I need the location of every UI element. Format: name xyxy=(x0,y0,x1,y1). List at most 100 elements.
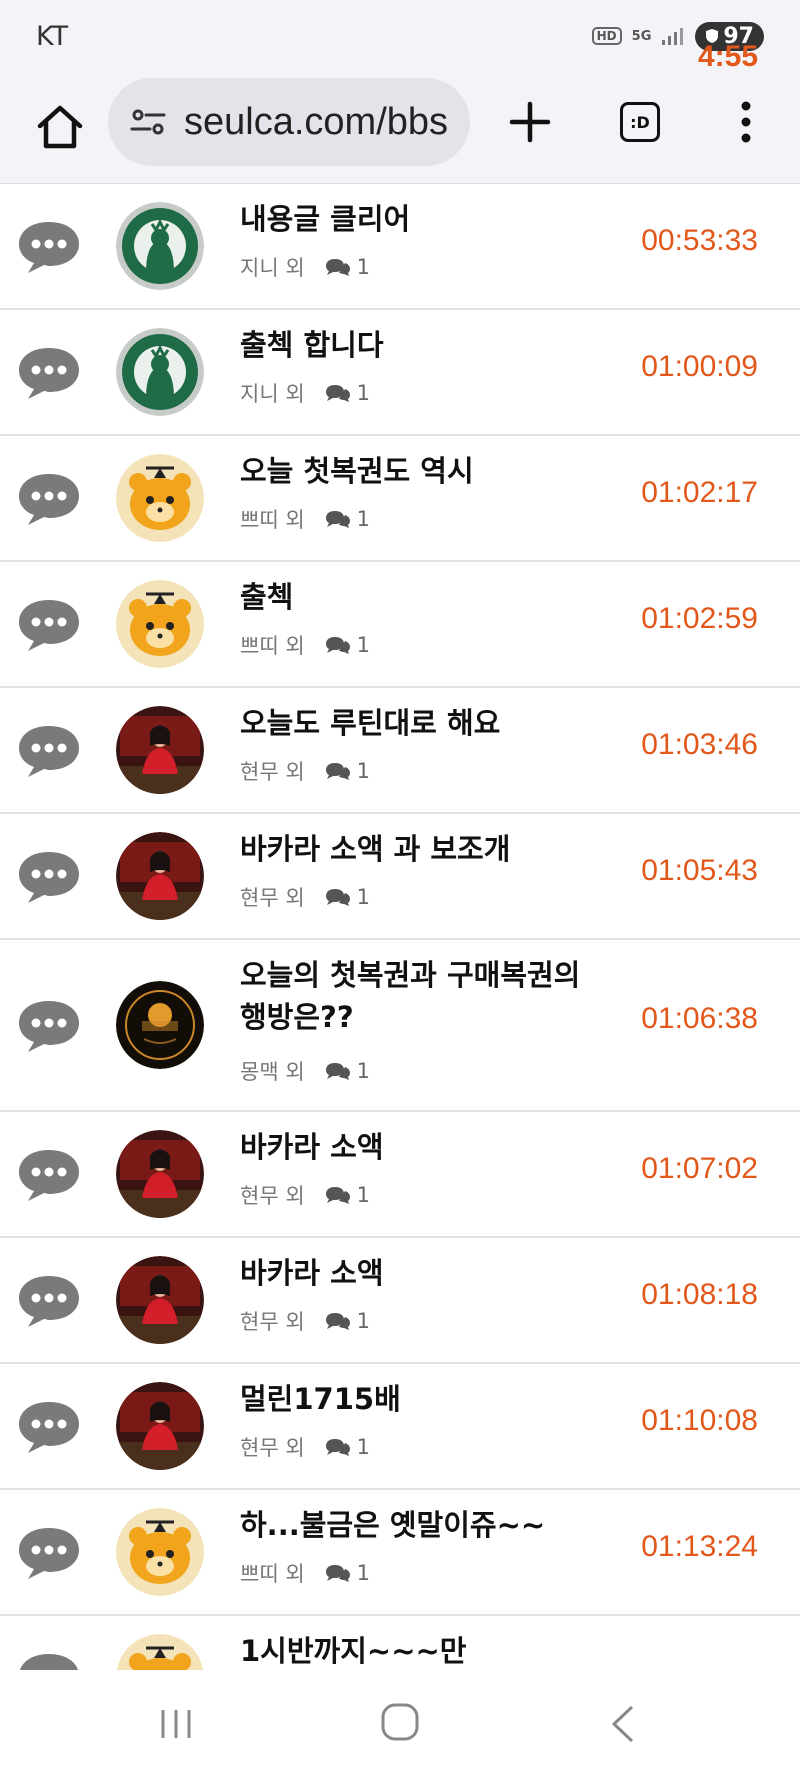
post-time: 01:03:46 xyxy=(641,728,758,761)
new-tab-icon[interactable] xyxy=(502,94,558,150)
post-meta: 쁘띠 외 1 xyxy=(240,630,370,660)
post-author: 현무 외 xyxy=(240,760,305,784)
starbucks-avatar[interactable] xyxy=(116,328,204,416)
dealer-avatar[interactable] xyxy=(116,1130,204,1218)
dealer-avatar[interactable] xyxy=(116,706,204,794)
address-bar[interactable]: seulca.com/bbs xyxy=(108,78,470,166)
post-meta: 지니 외 1 xyxy=(240,252,370,282)
post-author: 쁘띠 외 xyxy=(240,634,305,658)
comment-icon xyxy=(325,257,351,277)
post-row[interactable]: 오늘 첫복권도 역시쁘띠 외 1 01:02:17 xyxy=(0,436,800,562)
tiger-avatar[interactable] xyxy=(116,1634,204,1670)
comment-count: 1 xyxy=(356,1309,371,1333)
carrier-label: KT xyxy=(36,20,69,52)
post-author: 지니 외 xyxy=(240,382,305,406)
post-row[interactable]: 1시반까지~~~만 xyxy=(0,1616,800,1670)
dealer-avatar[interactable] xyxy=(116,1256,204,1344)
post-row[interactable]: 출첵 합니다지니 외 1 01:00:09 xyxy=(0,310,800,436)
post-author: 몽맥 외 xyxy=(240,1060,305,1084)
play-logo-avatar[interactable] xyxy=(116,981,204,1069)
post-time: 01:02:17 xyxy=(641,476,758,509)
tab-switcher-button[interactable]: :D xyxy=(620,102,660,142)
post-row[interactable]: 바카라 소액 과 보조개현무 외 1 01:05:43 xyxy=(0,814,800,940)
post-row[interactable]: 바카라 소액 현무 외 1 01:08:18 xyxy=(0,1238,800,1364)
post-title[interactable]: 바카라 소액 과 보조개 xyxy=(240,828,600,870)
post-row[interactable]: 내용글 클리어지니 외 1 00:53:33 xyxy=(0,184,800,310)
starbucks-avatar[interactable] xyxy=(116,202,204,290)
comment-icon xyxy=(325,1061,351,1081)
comment-icon xyxy=(325,1563,351,1583)
post-row[interactable]: 출첵쁘띠 외 1 01:02:59 xyxy=(0,562,800,688)
recent-apps-icon[interactable] xyxy=(158,1706,194,1742)
post-title[interactable]: 내용글 클리어 xyxy=(240,198,600,240)
post-row[interactable]: 오늘도 루틴대로 해요현무 외 1 01:03:46 xyxy=(0,688,800,814)
post-title[interactable]: 하...불금은 옛말이쥬~~ xyxy=(240,1504,600,1546)
chat-bubble-icon xyxy=(16,597,82,653)
more-options-icon[interactable] xyxy=(728,94,764,150)
url-text: seulca.com/bbs xyxy=(184,100,449,143)
clock: 4:55 xyxy=(697,40,758,73)
post-row[interactable]: 멀린1715배 현무 외 1 01:10:08 xyxy=(0,1364,800,1490)
comment-count: 1 xyxy=(356,1183,371,1207)
post-title[interactable]: 오늘도 루틴대로 해요 xyxy=(240,702,600,744)
post-time: 01:06:38 xyxy=(641,1002,758,1035)
dealer-avatar[interactable] xyxy=(116,1382,204,1470)
comment-icon xyxy=(325,1311,351,1331)
post-time: 01:02:59 xyxy=(641,602,758,635)
tiger-avatar[interactable] xyxy=(116,454,204,542)
network-type-icon: 5G xyxy=(631,28,652,44)
post-meta: 쁘띠 외 1 xyxy=(240,1558,370,1588)
home-nav-icon[interactable] xyxy=(380,1702,420,1742)
comment-count: 1 xyxy=(356,885,371,909)
chat-bubble-icon xyxy=(16,471,82,527)
post-time: 01:05:43 xyxy=(641,854,758,887)
chat-bubble-icon xyxy=(16,849,82,905)
comment-icon xyxy=(325,761,351,781)
chat-bubble-icon xyxy=(16,1525,82,1581)
home-icon[interactable] xyxy=(32,100,88,156)
tiger-avatar[interactable] xyxy=(116,1508,204,1596)
comment-icon xyxy=(325,509,351,529)
chat-bubble-icon xyxy=(16,998,82,1054)
post-meta: 쁘띠 외 1 xyxy=(240,504,370,534)
site-settings-icon[interactable] xyxy=(128,102,168,142)
comment-count: 1 xyxy=(356,507,371,531)
post-title[interactable]: 멀린1715배 xyxy=(240,1378,600,1420)
tiger-avatar[interactable] xyxy=(116,580,204,668)
post-row[interactable]: 하...불금은 옛말이쥬~~ 쁘띠 외 1 01:13:24 xyxy=(0,1490,800,1616)
post-title[interactable]: 1시반까지~~~만 xyxy=(240,1630,600,1670)
comment-count: 1 xyxy=(356,381,371,405)
chat-bubble-icon xyxy=(16,723,82,779)
post-time: 01:00:09 xyxy=(641,350,758,383)
comment-count: 1 xyxy=(356,255,371,279)
post-title[interactable]: 출첵 xyxy=(240,576,600,618)
post-title[interactable]: 출첵 합니다 xyxy=(240,324,600,366)
post-time: 00:53:33 xyxy=(641,224,758,257)
comment-count: 1 xyxy=(356,1561,371,1585)
post-meta: 지니 외 1 xyxy=(240,378,370,408)
post-meta: 현무 외 1 xyxy=(240,756,370,786)
post-title[interactable]: 바카라 소액 xyxy=(240,1126,600,1168)
post-author: 현무 외 xyxy=(240,1436,305,1460)
comment-count: 1 xyxy=(356,1059,371,1083)
post-meta: 현무 외 1 xyxy=(240,1180,370,1210)
post-row[interactable]: 바카라 소액현무 외 1 01:07:02 xyxy=(0,1112,800,1238)
post-author: 현무 외 xyxy=(240,886,305,910)
post-title[interactable]: 바카라 소액 xyxy=(240,1252,600,1294)
post-row[interactable]: 오늘의 첫복권과 구매복권의 행방은?? 몽맥 외 1 01:06:38 xyxy=(0,940,800,1112)
post-meta: 현무 외 1 xyxy=(240,1432,370,1462)
post-meta: 현무 외 1 xyxy=(240,882,370,912)
comment-icon xyxy=(325,635,351,655)
comment-count: 1 xyxy=(356,759,371,783)
chat-bubble-icon xyxy=(16,1147,82,1203)
dealer-avatar[interactable] xyxy=(116,832,204,920)
comment-icon xyxy=(325,1437,351,1457)
chat-bubble-icon xyxy=(16,1399,82,1455)
post-title[interactable]: 오늘 첫복권도 역시 xyxy=(240,450,600,492)
post-title[interactable]: 오늘의 첫복권과 구매복권의 행방은?? xyxy=(240,954,600,1038)
post-meta: 현무 외 1 xyxy=(240,1306,370,1336)
back-icon[interactable] xyxy=(608,1704,638,1744)
post-author: 현무 외 xyxy=(240,1310,305,1334)
post-author: 쁘띠 외 xyxy=(240,1562,305,1586)
post-time: 01:07:02 xyxy=(641,1152,758,1185)
